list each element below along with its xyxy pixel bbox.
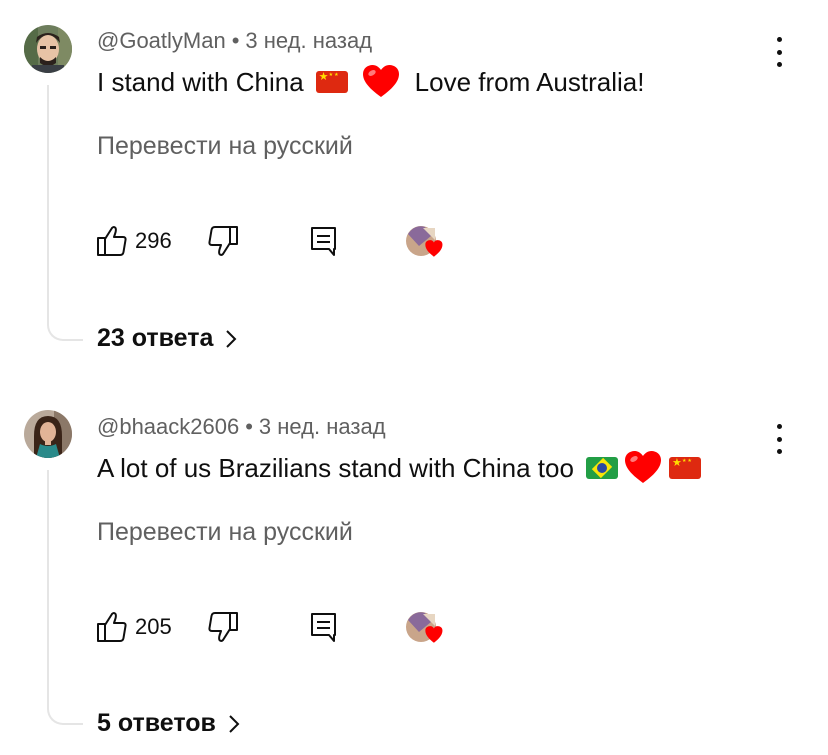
red-heart-icon bbox=[624, 451, 661, 485]
reply-icon bbox=[311, 227, 336, 256]
dislike-button[interactable] bbox=[208, 225, 238, 257]
china-flag-icon bbox=[668, 457, 701, 479]
view-replies-button[interactable]: 5 ответов bbox=[97, 709, 240, 738]
thumb-down-icon bbox=[208, 612, 238, 642]
brazil-flag-icon bbox=[585, 457, 618, 479]
thumb-up-icon bbox=[97, 226, 127, 256]
comment-age: 3 нед. назад bbox=[258, 414, 386, 439]
comment-text-part: I stand with China bbox=[97, 66, 304, 97]
reply-button[interactable] bbox=[310, 611, 338, 643]
like-button[interactable]: 205 bbox=[97, 611, 172, 643]
translate-link[interactable]: Перевести на русский bbox=[97, 132, 353, 161]
reply-icon bbox=[311, 613, 336, 642]
author-name[interactable]: @GoatlyMan bbox=[97, 28, 226, 53]
thumb-up-icon bbox=[97, 612, 127, 642]
reply-button[interactable] bbox=[310, 225, 338, 257]
comment-text-part: A lot of us Brazilians stand with China … bbox=[97, 452, 574, 483]
red-heart-icon bbox=[362, 65, 399, 99]
comment-actions: 205 bbox=[97, 611, 497, 647]
separator-dot: • bbox=[245, 414, 253, 439]
more-options-button[interactable] bbox=[771, 424, 787, 454]
comment-text: A lot of us Brazilians stand with China … bbox=[97, 449, 706, 487]
more-vert-icon bbox=[776, 424, 782, 429]
thumb-down-icon bbox=[208, 226, 238, 256]
comment-age: 3 нед. назад bbox=[245, 28, 373, 53]
like-count: 296 bbox=[135, 228, 172, 253]
thread-line bbox=[47, 85, 83, 341]
chevron-right-icon bbox=[228, 714, 240, 734]
thread-line bbox=[47, 470, 83, 725]
translate-link[interactable]: Перевести на русский bbox=[97, 518, 353, 547]
like-button[interactable]: 296 bbox=[97, 225, 172, 257]
comment-meta: @bhaack2606 • 3 нед. назад bbox=[97, 414, 386, 440]
creator-heart-icon bbox=[405, 224, 449, 264]
china-flag-icon bbox=[315, 71, 348, 93]
comment-2: @bhaack2606 • 3 нед. назад A lot of us Bra… bbox=[0, 386, 828, 755]
replies-count: 5 ответов bbox=[97, 709, 216, 737]
view-replies-button[interactable]: 23 ответа bbox=[97, 324, 237, 353]
avatar[interactable] bbox=[24, 410, 72, 458]
comment-text-part: Love from Australia! bbox=[414, 66, 645, 97]
comment-1: @GoatlyMan • 3 нед. назад I stand with Chi… bbox=[0, 0, 828, 380]
comment-text: I stand with China Love from Australia! bbox=[97, 63, 644, 101]
chevron-right-icon bbox=[225, 329, 237, 349]
like-count: 205 bbox=[135, 614, 172, 639]
dislike-button[interactable] bbox=[208, 611, 238, 643]
creator-heart-icon bbox=[405, 610, 449, 650]
author-name[interactable]: @bhaack2606 bbox=[97, 414, 239, 439]
avatar[interactable] bbox=[24, 25, 72, 73]
more-vert-icon bbox=[776, 37, 782, 42]
more-options-button[interactable] bbox=[771, 37, 787, 67]
replies-count: 23 ответа bbox=[97, 324, 214, 352]
comment-meta: @GoatlyMan • 3 нед. назад bbox=[97, 28, 372, 54]
separator-dot: • bbox=[231, 28, 240, 53]
comment-actions: 296 bbox=[97, 225, 497, 261]
